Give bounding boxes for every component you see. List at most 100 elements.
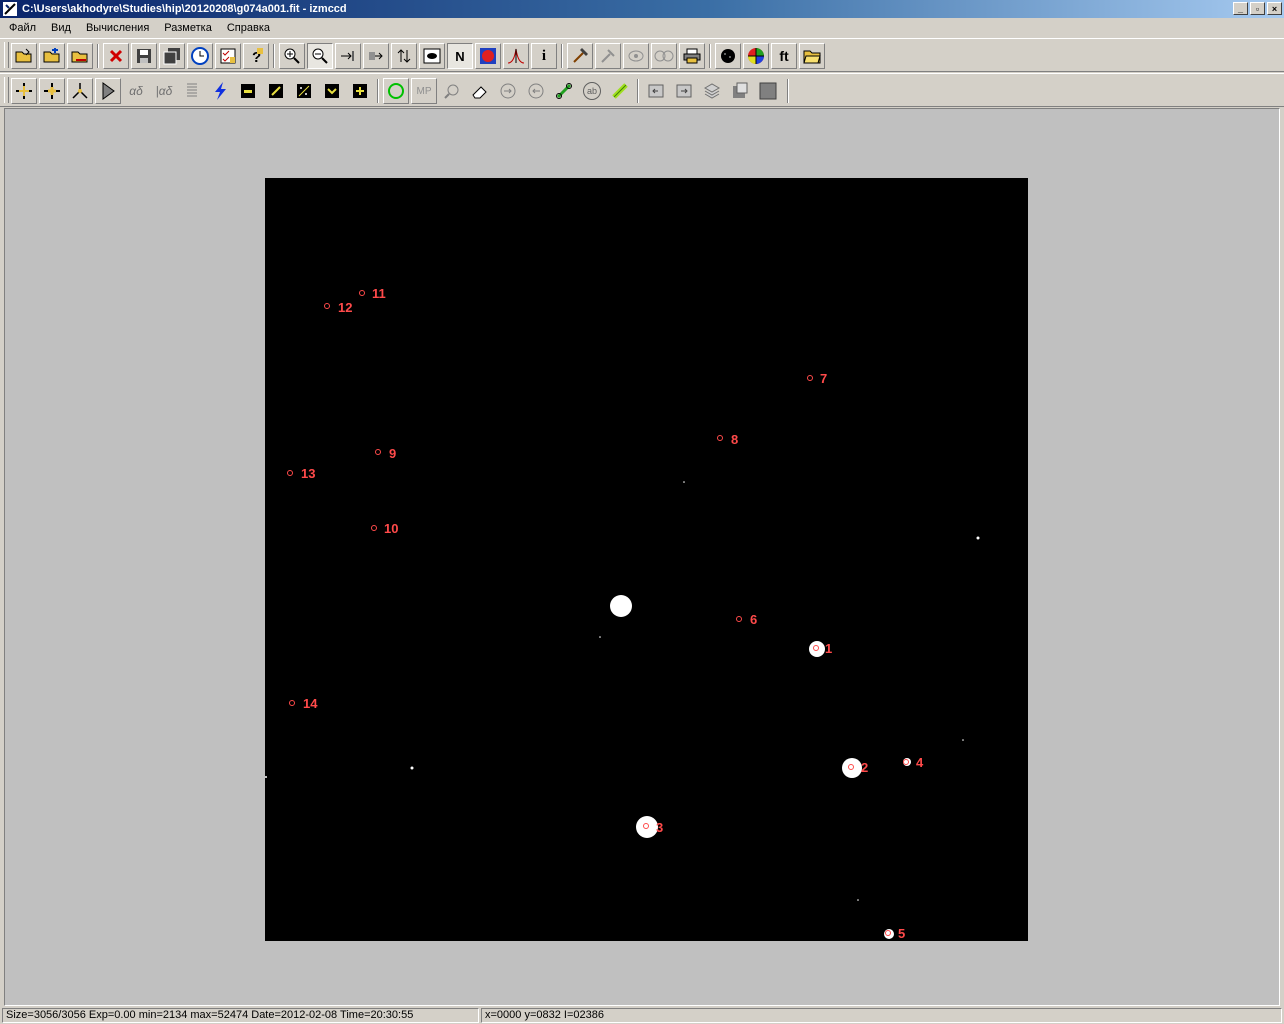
green-circle-icon bbox=[388, 83, 404, 99]
close-file-button[interactable] bbox=[103, 43, 129, 69]
ruler-icon bbox=[612, 83, 628, 99]
gray-square-icon bbox=[759, 82, 777, 100]
noise-button[interactable] bbox=[291, 78, 317, 104]
folder-open-icon bbox=[15, 48, 32, 63]
cross-marker-button[interactable] bbox=[11, 78, 37, 104]
flip-vertical-button[interactable] bbox=[391, 43, 417, 69]
toolbar-grip[interactable] bbox=[4, 77, 9, 103]
zoom-in-button[interactable] bbox=[279, 43, 305, 69]
menu-view[interactable]: Вид bbox=[42, 19, 77, 37]
color-wheel-icon bbox=[748, 48, 764, 64]
properties-button[interactable] bbox=[215, 43, 241, 69]
open-list-button[interactable] bbox=[67, 43, 93, 69]
negative-button[interactable]: N bbox=[447, 43, 473, 69]
faint-star bbox=[410, 766, 414, 770]
overlay-button[interactable] bbox=[727, 78, 753, 104]
horizontal-line-button[interactable] bbox=[235, 78, 261, 104]
circle-button[interactable] bbox=[383, 78, 409, 104]
menu-calculations[interactable]: Вычисления bbox=[77, 19, 155, 37]
profile-button[interactable] bbox=[503, 43, 529, 69]
chevron-down-button[interactable] bbox=[319, 78, 345, 104]
cross-marker-alt-button[interactable] bbox=[39, 78, 65, 104]
time-button[interactable] bbox=[187, 43, 213, 69]
fits-button[interactable]: ft bbox=[771, 43, 797, 69]
view-mode-button[interactable] bbox=[419, 43, 445, 69]
frame-right-icon bbox=[676, 84, 692, 98]
open-folder-button[interactable] bbox=[799, 43, 825, 69]
star-blob bbox=[636, 816, 658, 838]
star-marker[interactable]: 14 bbox=[289, 696, 319, 711]
alpha-delta-button[interactable]: αδ bbox=[123, 78, 149, 104]
link-button[interactable] bbox=[551, 78, 577, 104]
close-button[interactable]: × bbox=[1267, 2, 1282, 15]
diagonal-line-button[interactable] bbox=[263, 78, 289, 104]
color-wheel-button[interactable] bbox=[743, 43, 769, 69]
menu-help[interactable]: Справка bbox=[218, 19, 276, 37]
alpha-delta-alt-button[interactable]: |αδ bbox=[151, 78, 177, 104]
palette-button[interactable] bbox=[475, 43, 501, 69]
diagonal-box-icon bbox=[269, 84, 283, 98]
star-marker[interactable]: 8 bbox=[717, 432, 739, 447]
floppy-icon bbox=[137, 49, 151, 63]
workspace: 1 2 3 4 5 6 7 8 9 10 11 12 13 14 bbox=[4, 108, 1280, 1006]
open-sequence-button[interactable] bbox=[39, 43, 65, 69]
menu-markup[interactable]: Разметка bbox=[155, 19, 218, 37]
faint-star bbox=[962, 739, 964, 741]
marker-circle bbox=[807, 375, 813, 381]
eraser-button[interactable] bbox=[467, 78, 493, 104]
tool-cut-button[interactable] bbox=[595, 43, 621, 69]
menu-bar: Файл Вид Вычисления Разметка Справка bbox=[0, 19, 1284, 37]
fits-image-view[interactable]: 1 2 3 4 5 6 7 8 9 10 11 12 13 14 bbox=[265, 178, 1028, 941]
ab-button[interactable]: ab bbox=[579, 78, 605, 104]
restore-button[interactable]: ▫ bbox=[1250, 2, 1265, 15]
star-marker[interactable]: 11 bbox=[359, 286, 386, 301]
target-prev-button[interactable] bbox=[523, 78, 549, 104]
tripod-button[interactable] bbox=[67, 78, 93, 104]
star-marker[interactable]: 10 bbox=[371, 521, 399, 536]
marker-label: 11 bbox=[372, 286, 386, 301]
star-marker[interactable]: 13 bbox=[287, 466, 316, 481]
tool-ellipse-button[interactable] bbox=[623, 43, 649, 69]
save-all-button[interactable] bbox=[159, 43, 185, 69]
marker-label: 13 bbox=[301, 466, 315, 481]
star-marker[interactable]: 12 bbox=[324, 300, 353, 315]
list-button[interactable] bbox=[179, 78, 205, 104]
frame-next-button[interactable] bbox=[671, 78, 697, 104]
help-button[interactable]: ? bbox=[243, 43, 269, 69]
frame-prev-button[interactable] bbox=[643, 78, 669, 104]
menu-file[interactable]: Файл bbox=[0, 19, 42, 37]
ruler-button[interactable] bbox=[607, 78, 633, 104]
minimize-button[interactable]: _ bbox=[1233, 2, 1248, 15]
lines-icon bbox=[187, 83, 197, 97]
hammer-icon bbox=[573, 48, 588, 63]
open-file-button[interactable] bbox=[11, 43, 37, 69]
search-button[interactable] bbox=[439, 78, 465, 104]
play-button[interactable] bbox=[95, 78, 121, 104]
toolbar-grip[interactable] bbox=[4, 42, 9, 68]
status-image-info: Size=3056/3056 Exp=0.00 min=2134 max=524… bbox=[2, 1008, 479, 1023]
stars-button[interactable] bbox=[715, 43, 741, 69]
lightning-button[interactable] bbox=[207, 78, 233, 104]
plus-button[interactable] bbox=[347, 78, 373, 104]
fit-width-button[interactable] bbox=[335, 43, 361, 69]
play-icon bbox=[102, 82, 115, 100]
folder-icon bbox=[803, 50, 821, 64]
star-marker[interactable]: 6 bbox=[736, 612, 758, 627]
info-button[interactable]: i bbox=[531, 43, 557, 69]
tool-double-ellipse-button[interactable] bbox=[651, 43, 677, 69]
toolbar-separator bbox=[561, 44, 563, 68]
mp-button[interactable]: MP bbox=[411, 78, 437, 104]
layers-button[interactable] bbox=[699, 78, 725, 104]
print-button[interactable] bbox=[679, 43, 705, 69]
save-button[interactable] bbox=[131, 43, 157, 69]
fit-screen-button[interactable] bbox=[363, 43, 389, 69]
marker-label: 5 bbox=[898, 926, 905, 941]
target-next-button[interactable] bbox=[495, 78, 521, 104]
fill-button[interactable] bbox=[755, 78, 781, 104]
star-marker[interactable]: 7 bbox=[807, 371, 828, 386]
star-field[interactable]: 1 2 3 4 5 6 7 8 9 10 11 12 13 14 bbox=[265, 178, 1028, 941]
tool-hammer-button[interactable] bbox=[567, 43, 593, 69]
zoom-out-button[interactable] bbox=[307, 43, 333, 69]
star-marker[interactable]: 9 bbox=[375, 446, 397, 461]
marker-circle bbox=[375, 449, 381, 455]
